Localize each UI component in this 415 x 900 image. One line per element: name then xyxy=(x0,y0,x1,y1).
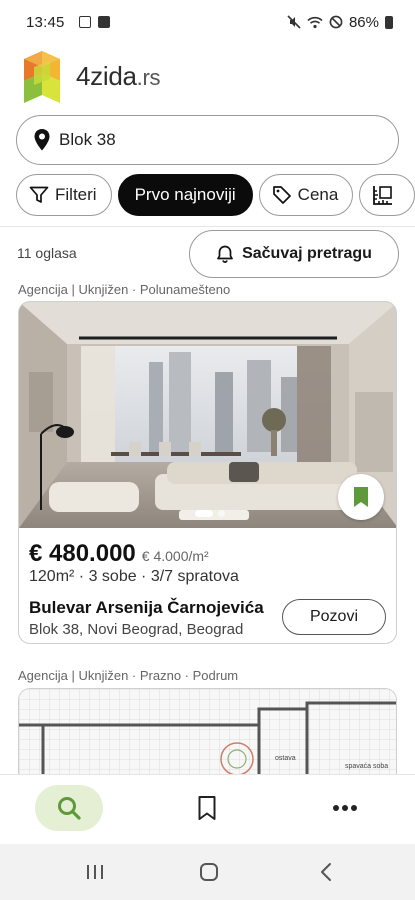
price-chip-label: Cena xyxy=(297,185,339,204)
save-search-label: Sačuvaj pretragu xyxy=(242,245,372,262)
home-icon xyxy=(200,863,218,881)
checkbox-notification-icon xyxy=(97,16,110,28)
app-logo[interactable]: 4zida.rs xyxy=(20,46,161,106)
listing-tags: Agencija | Uknjižen · Polunamešteno xyxy=(18,282,231,297)
save-search-button[interactable]: Sačuvaj pretragu xyxy=(189,230,399,278)
filter-chip-row: Filteri Prvo najnoviji Cena xyxy=(16,174,415,216)
status-system-icons: 86% xyxy=(287,14,393,31)
recent-apps-button[interactable] xyxy=(80,860,110,884)
listing-price: € 480.000 xyxy=(29,540,136,567)
system-navigation-bar xyxy=(0,844,415,900)
save-listing-button[interactable] xyxy=(338,474,384,520)
price-per-m2: € 4.000/m² xyxy=(141,548,209,564)
logo-cube-icon xyxy=(24,51,60,103)
sort-newest-chip[interactable]: Prvo najnoviji xyxy=(117,174,253,216)
logo-wordmark: 4zida.rs xyxy=(76,60,161,92)
more-dots-icon xyxy=(333,805,357,811)
listing-location: Blok 38, Novi Beograd, Beograd xyxy=(29,621,244,638)
sort-newest-chip-label: Prvo najnoviji xyxy=(134,185,236,204)
listing-photo[interactable] xyxy=(19,302,396,528)
pager-dot xyxy=(218,510,225,517)
status-time: 13:45 xyxy=(26,13,65,31)
search-icon xyxy=(58,797,81,820)
bookmark-filled-icon xyxy=(354,487,368,507)
status-bar: 13:45 86% xyxy=(0,0,415,44)
filter-icon xyxy=(29,186,49,203)
nav-saved-tab[interactable] xyxy=(184,785,230,831)
pager-dot-active xyxy=(195,510,213,517)
logo-name: 4zida xyxy=(76,60,137,91)
back-button[interactable] xyxy=(311,860,341,884)
battery-percent: 86% xyxy=(348,13,379,31)
location-search-input[interactable]: Blok 38 xyxy=(16,115,399,165)
listing-specs: 120m² · 3 sobe · 3/7 spratova xyxy=(29,568,239,585)
home-button[interactable] xyxy=(194,860,224,884)
filters-chip-label: Filteri xyxy=(55,185,97,204)
nav-more-tab[interactable] xyxy=(322,785,368,831)
wifi-icon xyxy=(307,16,323,28)
photo-pager-dots xyxy=(195,510,225,517)
listing-street: Bulevar Arsenija Čarnojevića xyxy=(29,598,264,617)
do-not-disturb-icon xyxy=(329,15,343,29)
listing-tags: Agencija | Uknjižen · Prazno · Podrum xyxy=(18,668,239,683)
mute-icon xyxy=(287,15,301,29)
call-button-label: Pozovi xyxy=(309,608,359,625)
header-divider xyxy=(0,226,415,227)
bell-icon xyxy=(217,245,233,263)
bookmark-icon xyxy=(198,796,216,820)
area-ruler-icon xyxy=(373,186,393,205)
recent-apps-icon xyxy=(87,865,103,879)
status-notification-icons xyxy=(78,16,110,28)
search-value: Blok 38 xyxy=(59,130,116,149)
price-chip[interactable]: Cena xyxy=(258,174,354,216)
filters-chip[interactable]: Filteri xyxy=(16,174,112,216)
floorplan-label: spavaća soba xyxy=(345,763,389,770)
bottom-navigation xyxy=(0,774,415,844)
logo-tld: .rs xyxy=(136,64,161,90)
floorplan-label: ostava xyxy=(275,755,296,762)
price-row: € 480.000 € 4.000/m² xyxy=(29,540,209,568)
price-tag-icon xyxy=(272,186,291,204)
location-pin-icon xyxy=(34,129,50,151)
results-count: 11 oglasa xyxy=(17,245,77,261)
battery-icon xyxy=(385,15,393,29)
nav-search-tab[interactable] xyxy=(35,785,103,831)
listing-card[interactable]: € 480.000 € 4.000/m² 120m² · 3 sobe · 3/… xyxy=(18,301,397,644)
gallery-notification-icon xyxy=(78,16,91,28)
back-chevron-icon xyxy=(321,863,331,881)
call-button[interactable]: Pozovi xyxy=(282,599,386,635)
area-chip[interactable] xyxy=(359,174,415,216)
